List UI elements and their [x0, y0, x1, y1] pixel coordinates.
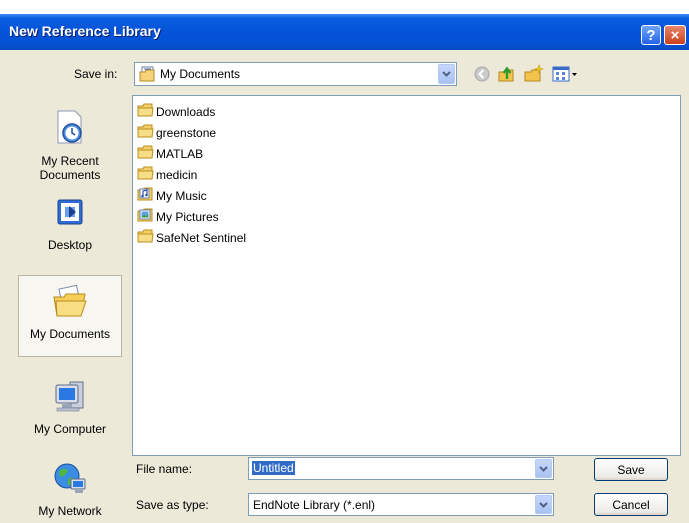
- place-label: My Computer: [33, 422, 107, 436]
- my-computer-icon: [18, 379, 122, 418]
- file-name: My Music: [156, 188, 207, 203]
- chevron-down-icon: [442, 71, 451, 77]
- save-as-type-dropdown-arrow[interactable]: [535, 495, 552, 514]
- folder-icon: [137, 103, 156, 120]
- file-name-label: File name:: [136, 462, 193, 476]
- music-folder-icon: [137, 187, 156, 204]
- list-item[interactable]: MATLAB: [137, 145, 203, 162]
- cancel-button[interactable]: Cancel: [594, 493, 668, 516]
- place-my-network[interactable]: My Network: [18, 459, 122, 518]
- places-bar: My Recent Documents Desktop My Documents…: [6, 91, 128, 523]
- place-my-documents[interactable]: My Documents: [18, 275, 122, 357]
- recent-documents-icon: [18, 109, 122, 150]
- file-name: medicin: [156, 167, 198, 182]
- place-label: Desktop: [47, 238, 93, 252]
- file-list[interactable]: Downloads greenstone MATLAB medicin My M…: [132, 95, 681, 456]
- file-name: SafeNet Sentinel: [156, 230, 247, 245]
- my-documents-icon: [19, 284, 121, 323]
- list-item[interactable]: My Music: [137, 187, 207, 204]
- chevron-down-icon: [539, 501, 548, 508]
- save-in-dropdown[interactable]: My Documents: [134, 62, 457, 86]
- file-name-dropdown-arrow[interactable]: [535, 459, 552, 478]
- my-documents-small-icon: [139, 66, 156, 86]
- list-item[interactable]: greenstone: [137, 124, 216, 141]
- folder-icon: [137, 229, 156, 246]
- views-menu-icon[interactable]: [551, 64, 581, 84]
- file-name: Downloads: [156, 104, 216, 119]
- folder-icon: [137, 166, 156, 183]
- place-label: My Network: [38, 504, 102, 518]
- list-item[interactable]: SafeNet Sentinel: [137, 229, 246, 246]
- file-name: My Pictures: [156, 209, 219, 224]
- title-bar[interactable]: New Reference Library ? ×: [0, 14, 689, 50]
- screen: New Reference Library ? × Save in: My Do…: [0, 0, 689, 523]
- folder-icon: [137, 124, 156, 141]
- list-item[interactable]: medicin: [137, 166, 197, 183]
- file-name: greenstone: [156, 125, 217, 140]
- save-in-dropdown-arrow[interactable]: [438, 64, 455, 84]
- save-as-type-label: Save as type:: [136, 498, 209, 512]
- save-button[interactable]: Save: [594, 458, 668, 481]
- place-label: My Recent Documents: [39, 154, 101, 182]
- file-name-input[interactable]: Untitled: [248, 457, 554, 480]
- up-folder-icon[interactable]: [497, 64, 517, 84]
- save-in-label: Save in:: [74, 67, 118, 81]
- my-network-icon: [18, 459, 122, 500]
- window-title: New Reference Library: [9, 23, 161, 39]
- list-item[interactable]: Downloads: [137, 103, 215, 120]
- file-name: MATLAB: [156, 146, 204, 161]
- file-name-value: Untitled: [252, 461, 295, 475]
- new-folder-icon[interactable]: [524, 64, 544, 84]
- desktop-icon: [18, 197, 122, 234]
- pictures-folder-icon: [137, 208, 156, 225]
- place-my-computer[interactable]: My Computer: [18, 379, 122, 436]
- back-icon[interactable]: [472, 64, 492, 84]
- save-dialog: New Reference Library ? × Save in: My Do…: [0, 14, 689, 523]
- folder-icon: [137, 145, 156, 162]
- list-item[interactable]: My Pictures: [137, 208, 219, 225]
- save-in-value: My Documents: [160, 67, 241, 81]
- save-as-type-value: EndNote Library (*.enl): [253, 498, 376, 512]
- place-desktop[interactable]: Desktop: [18, 197, 122, 252]
- place-label: My Documents: [29, 327, 111, 341]
- chevron-down-icon: [539, 465, 548, 472]
- save-as-type-dropdown[interactable]: EndNote Library (*.enl): [248, 493, 554, 516]
- close-button[interactable]: ×: [664, 25, 686, 45]
- help-button[interactable]: ?: [641, 25, 661, 45]
- place-my-recent-documents[interactable]: My Recent Documents: [18, 109, 122, 182]
